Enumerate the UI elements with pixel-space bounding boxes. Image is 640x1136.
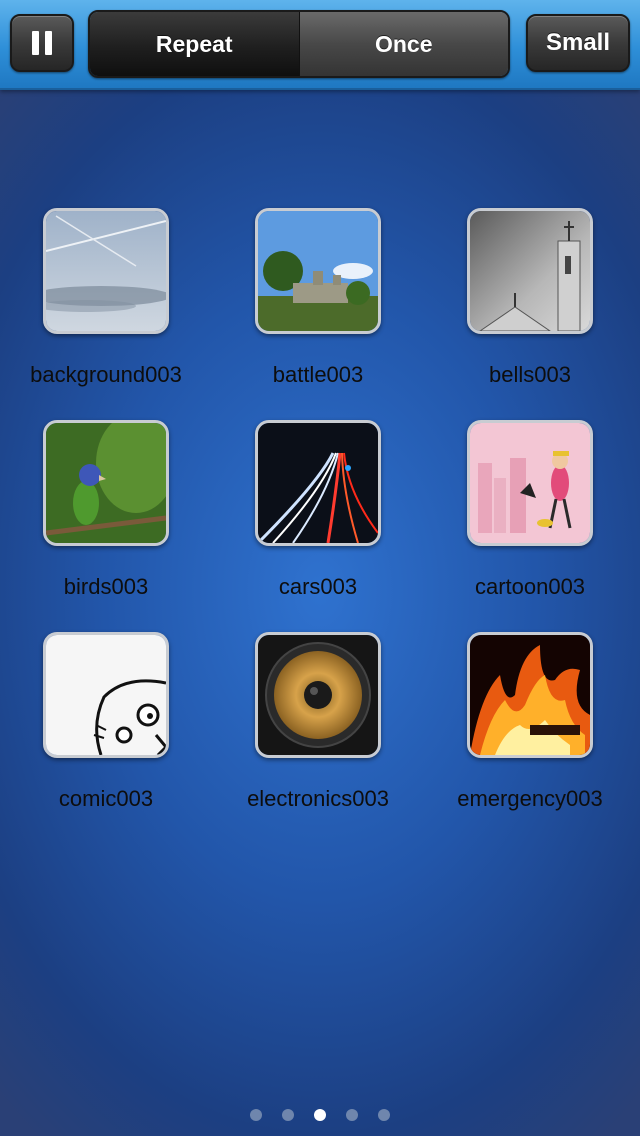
sound-item-background[interactable]: background003 bbox=[0, 208, 212, 388]
background-thumbnail bbox=[43, 208, 169, 334]
sound-label: birds003 bbox=[63, 574, 149, 599]
bells-thumbnail bbox=[467, 208, 593, 334]
sound-label: cars003 bbox=[278, 574, 358, 599]
sound-item-electronics[interactable]: electronics003 bbox=[212, 632, 424, 812]
cartoon-thumbnail bbox=[467, 420, 593, 546]
pause-icon bbox=[32, 31, 52, 55]
repeat-segment[interactable]: Repeat bbox=[90, 12, 300, 76]
page-dot[interactable] bbox=[346, 1109, 358, 1121]
sound-label: electronics003 bbox=[247, 786, 389, 811]
sound-label: comic003 bbox=[58, 786, 154, 811]
cars-thumbnail bbox=[255, 420, 381, 546]
page-dot[interactable] bbox=[250, 1109, 262, 1121]
sound-label: battle003 bbox=[272, 362, 364, 387]
pause-button[interactable] bbox=[10, 14, 74, 72]
sound-item-cartoon[interactable]: cartoon003 bbox=[424, 420, 636, 600]
sound-label: emergency003 bbox=[457, 786, 603, 811]
battle-thumbnail bbox=[255, 208, 381, 334]
sound-item-emergency[interactable]: emergency003 bbox=[424, 632, 636, 812]
page-dot-current[interactable] bbox=[314, 1109, 326, 1121]
sound-label: cartoon003 bbox=[474, 574, 586, 599]
electronics-thumbnail bbox=[255, 632, 381, 758]
emergency-thumbnail bbox=[467, 632, 593, 758]
playback-mode-segmented-control: Repeat Once bbox=[88, 10, 510, 78]
sound-label: background003 bbox=[30, 362, 182, 387]
page-dot[interactable] bbox=[282, 1109, 294, 1121]
sound-item-battle[interactable]: battle003 bbox=[212, 208, 424, 388]
birds-thumbnail bbox=[43, 420, 169, 546]
sound-label: bells003 bbox=[489, 362, 571, 387]
size-toggle-button[interactable]: Small bbox=[526, 14, 630, 72]
sound-item-bells[interactable]: bells003 bbox=[424, 208, 636, 388]
sound-item-comic[interactable]: comic003 bbox=[0, 632, 212, 812]
top-toolbar: Repeat Once Small bbox=[0, 0, 640, 90]
comic-thumbnail bbox=[43, 632, 169, 758]
sound-item-cars[interactable]: cars003 bbox=[212, 420, 424, 600]
page-dot[interactable] bbox=[378, 1109, 390, 1121]
once-segment[interactable]: Once bbox=[299, 12, 508, 76]
page-indicator[interactable] bbox=[0, 1109, 640, 1121]
sound-item-birds[interactable]: birds003 bbox=[0, 420, 212, 600]
